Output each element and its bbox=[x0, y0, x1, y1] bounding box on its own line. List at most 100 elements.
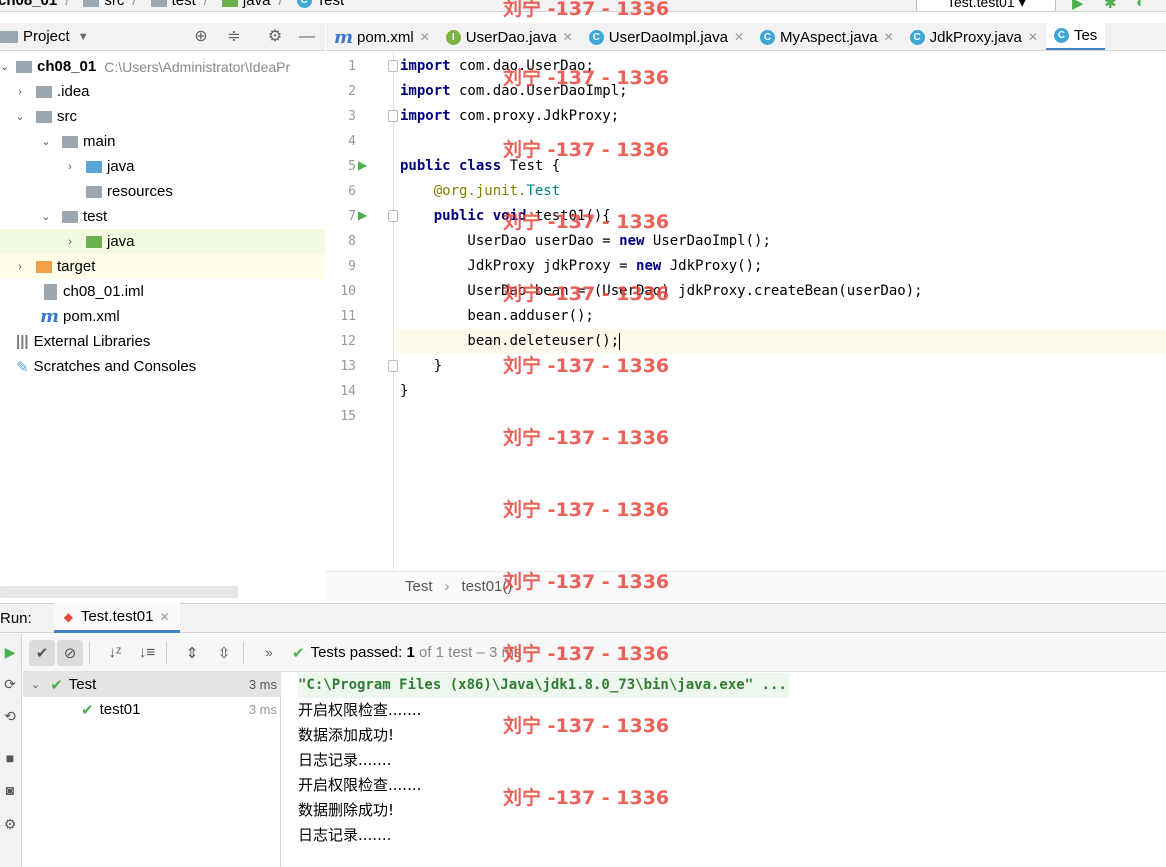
folder-icon bbox=[36, 110, 52, 123]
project-view-selector[interactable]: Project ▼ bbox=[0, 28, 89, 45]
sort-alphabetically-button[interactable]: ↓ᶻ bbox=[102, 640, 128, 666]
console-output[interactable]: "C:\Program Files (x86)\Java\jdk1.8.0_73… bbox=[282, 672, 1166, 867]
sort-by-duration-button[interactable]: ↓≡ bbox=[134, 640, 160, 666]
code-line: UserDao bean = (UserDao) jdkProxy.create… bbox=[400, 283, 923, 299]
console-command-line: "C:\Program Files (x86)\Java\jdk1.8.0_73… bbox=[298, 673, 789, 698]
run-test-icon[interactable]: ▶ bbox=[358, 158, 372, 172]
run-label: Run: bbox=[0, 609, 32, 627]
iml-file-icon bbox=[44, 283, 57, 300]
collapse-all-button[interactable]: ⇳ bbox=[211, 640, 237, 666]
toggle-auto-test-icon[interactable]: ⟲ bbox=[2, 708, 18, 724]
breadcrumb-method[interactable]: test01() bbox=[462, 578, 513, 595]
console-line: 日志记录....... bbox=[298, 826, 392, 844]
crumb-test-class[interactable]: C Test bbox=[296, 0, 344, 9]
code-line: import com.proxy.JdkProxy; bbox=[400, 108, 620, 124]
rerun-icon[interactable]: ▶ bbox=[2, 644, 18, 660]
tree-item-main[interactable]: ⌄ main bbox=[0, 129, 325, 154]
crumb-project[interactable]: ch08_01/ bbox=[0, 0, 77, 9]
tree-item-ch08_01[interactable]: ⌄ ch08_01 C:\Users\Administrator\IdeaPr bbox=[0, 54, 325, 79]
gear-icon[interactable]: ⚙ bbox=[266, 28, 284, 46]
maven-icon: m bbox=[334, 26, 354, 48]
close-icon[interactable]: ✕ bbox=[159, 610, 169, 624]
tab-userdao[interactable]: I UserDao.java ✕ bbox=[438, 23, 581, 50]
chevron-down-icon[interactable]: ⌄ bbox=[31, 678, 40, 691]
run-configuration-select[interactable]: Test.test01 ▾ bbox=[916, 0, 1056, 11]
console-line: 数据删除成功! bbox=[298, 801, 395, 819]
interface-icon: I bbox=[445, 29, 461, 45]
tree-item-test-java[interactable]: › java bbox=[0, 229, 325, 254]
close-icon[interactable]: ✕ bbox=[563, 30, 573, 44]
tree-item-target[interactable]: › target bbox=[0, 254, 325, 279]
more-icon[interactable]: » bbox=[256, 640, 282, 666]
breadcrumb-class[interactable]: Test bbox=[405, 578, 433, 595]
console-line: 开启权限检查....... bbox=[298, 701, 422, 719]
line-number: 7 bbox=[348, 209, 356, 224]
tree-item-resources[interactable]: resources bbox=[0, 179, 325, 204]
chevron-down-icon[interactable]: ⌄ bbox=[14, 110, 26, 123]
project-panel-header: Project ▼ ⊕ ≑ ⚙ — bbox=[0, 23, 325, 51]
close-icon[interactable]: ✕ bbox=[734, 30, 744, 44]
class-icon: C bbox=[588, 29, 604, 45]
test-case-row[interactable]: ✔ test01 3 ms bbox=[23, 697, 281, 722]
source-folder-icon bbox=[86, 160, 102, 173]
chevron-down-icon[interactable]: ⌄ bbox=[40, 135, 52, 148]
tree-item-iml[interactable]: ch08_01.iml bbox=[0, 279, 325, 304]
tab-myaspect[interactable]: C MyAspect.java ✕ bbox=[752, 23, 902, 50]
chevron-down-icon[interactable]: ⌄ bbox=[40, 210, 52, 223]
run-test-icon[interactable]: ▶ bbox=[358, 208, 372, 222]
tests-status: ✔ Tests passed: 1 of 1 test – 3 ms bbox=[292, 644, 522, 662]
chevron-right-icon[interactable]: › bbox=[14, 261, 26, 273]
gear-icon[interactable]: ⚙ bbox=[2, 816, 18, 832]
tree-item-src[interactable]: ⌄ src bbox=[0, 104, 325, 129]
close-icon[interactable]: ✕ bbox=[420, 30, 430, 44]
show-ignored-button[interactable]: ⊘ bbox=[57, 639, 83, 666]
tree-item-scratches[interactable]: ✎ Scratches and Consoles bbox=[0, 354, 325, 379]
test-suite-row[interactable]: ⌄ ✔ Test 3 ms bbox=[23, 672, 281, 697]
hide-icon[interactable]: — bbox=[298, 28, 316, 46]
editor-breadcrumb: Test › test01() bbox=[326, 571, 1166, 601]
tree-item-idea[interactable]: › .idea bbox=[0, 79, 325, 104]
show-passed-button[interactable]: ✔ bbox=[29, 639, 55, 666]
coverage-icon[interactable]: ◐ bbox=[1136, 0, 1150, 11]
project-icon bbox=[0, 30, 18, 43]
locate-icon[interactable]: ⊕ bbox=[192, 28, 210, 46]
code-editor[interactable]: import com.dao.UserDao; import com.dao.U… bbox=[395, 52, 1166, 570]
test-folder-icon bbox=[86, 235, 102, 248]
stop-icon[interactable]: ■ bbox=[2, 750, 18, 766]
chevron-right-icon[interactable]: › bbox=[14, 86, 26, 98]
crumb-test[interactable]: test / bbox=[150, 0, 216, 9]
horizontal-scrollbar[interactable] bbox=[0, 586, 238, 598]
tree-item-pom[interactable]: m pom.xml bbox=[0, 304, 325, 329]
close-icon[interactable]: ✕ bbox=[1028, 30, 1038, 44]
text-cursor bbox=[619, 332, 621, 350]
rerun-failed-icon[interactable]: ⟳ bbox=[2, 676, 18, 692]
tree-item-test[interactable]: ⌄ test bbox=[0, 204, 325, 229]
crumb-src[interactable]: src / bbox=[83, 0, 144, 9]
tab-pom[interactable]: m pom.xml ✕ bbox=[326, 23, 438, 50]
console-line: 开启权限检查....... bbox=[298, 776, 422, 794]
code-line: } bbox=[400, 358, 443, 374]
folder-icon bbox=[62, 210, 78, 223]
expand-all-button[interactable]: ⇕ bbox=[179, 640, 205, 666]
run-tab-test01[interactable]: ◆ Test.test01 ✕ bbox=[53, 603, 180, 633]
tree-item-external-libraries[interactable]: ||| External Libraries bbox=[0, 329, 325, 354]
code-line: bean.adduser(); bbox=[400, 308, 594, 324]
line-number: 2 bbox=[348, 84, 356, 99]
tab-userdaoimpl[interactable]: C UserDaoImpl.java ✕ bbox=[581, 23, 752, 50]
crumb-java[interactable]: java / bbox=[221, 0, 291, 9]
chevron-right-icon[interactable]: › bbox=[64, 236, 76, 248]
run-icon[interactable]: ▶ bbox=[1072, 0, 1086, 11]
run-panel-header: Run: ◆ Test.test01 ✕ bbox=[0, 603, 1166, 633]
tree-item-main-java[interactable]: › java bbox=[0, 154, 325, 179]
debug-icon[interactable]: ✱ bbox=[1104, 0, 1118, 11]
breadcrumb: ch08_01/ src / test / java / C Test bbox=[0, 0, 350, 9]
collapse-all-icon[interactable]: ≑ bbox=[225, 28, 243, 46]
line-number: 11 bbox=[340, 309, 356, 324]
chevron-right-icon[interactable]: › bbox=[64, 161, 76, 173]
close-icon[interactable]: ✕ bbox=[884, 30, 894, 44]
tab-jdkproxy[interactable]: C JdkProxy.java ✕ bbox=[902, 23, 1046, 50]
folder-icon bbox=[36, 85, 52, 98]
tab-test[interactable]: C Tes bbox=[1045, 23, 1106, 50]
code-line: public class Test { bbox=[400, 158, 561, 174]
camera-icon[interactable]: ◙ bbox=[2, 782, 18, 798]
